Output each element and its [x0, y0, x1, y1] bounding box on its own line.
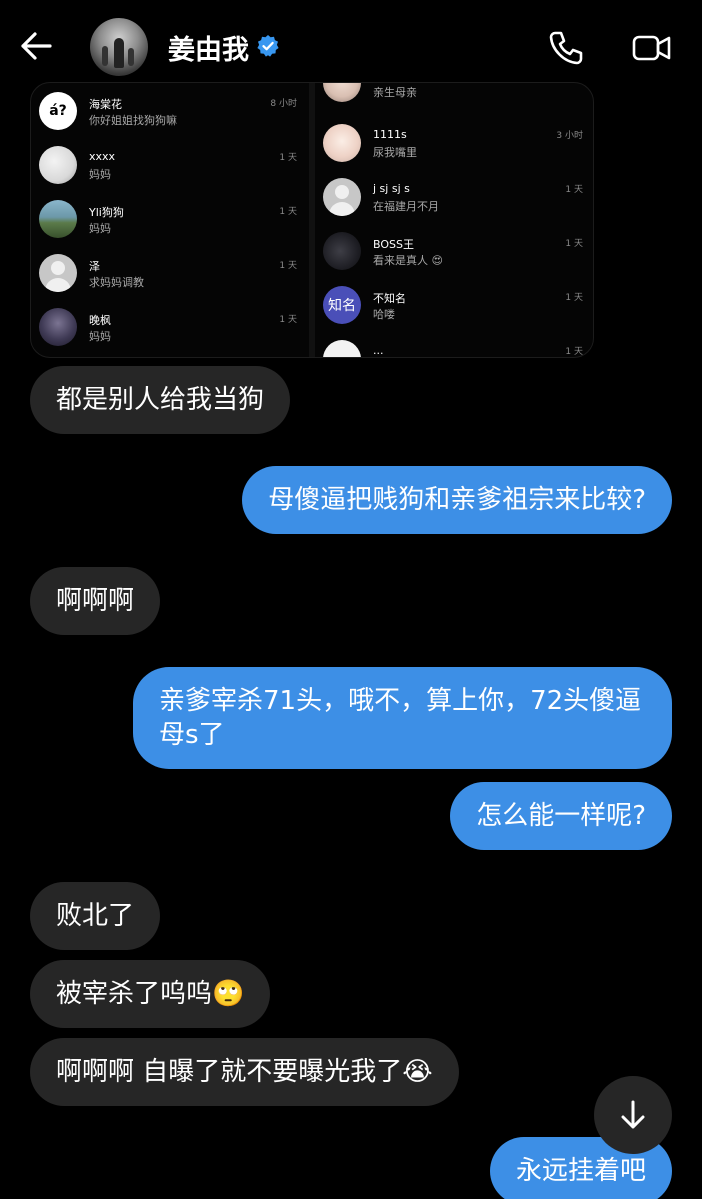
scroll-to-bottom-button[interactable] [594, 1076, 672, 1154]
dm-time: 8 小时 [270, 99, 297, 109]
dm-name: 1111s [373, 128, 407, 141]
dm-preview: 尿我嘴里 [373, 146, 417, 159]
avatar [39, 200, 77, 238]
dm-name: j sj sj s [373, 182, 410, 195]
dm-preview: 求妈妈调教 [89, 276, 144, 289]
message-incoming[interactable]: 被宰杀了呜呜🙄 [30, 960, 271, 1028]
dm-preview: 你好姐姐找狗狗嘛 [89, 114, 177, 127]
avatar [323, 340, 361, 357]
list-item: Yli狗狗 妈妈 1 天 [31, 193, 309, 247]
list-item: BOSS王 看来是真人 😍 1 天 [315, 225, 593, 279]
arrow-down-icon [621, 1100, 645, 1129]
dm-time: 1 天 [279, 207, 297, 217]
dm-time: 1 天 [565, 293, 583, 303]
list-item: ... 1 天 [315, 333, 593, 357]
dm-preview: 亲生母亲 [373, 86, 417, 99]
avatar: 知名 [323, 286, 361, 324]
back-button[interactable] [14, 26, 58, 66]
avatar [39, 308, 77, 346]
dm-time: 1 天 [279, 315, 297, 325]
contact-avatar[interactable] [90, 18, 148, 76]
avatar [39, 146, 77, 184]
dm-list-right: 亲生母亲 1111s 尿我嘴里 3 小时 j sj sj s 在福建月不月 1 … [315, 83, 593, 357]
dm-name: ... [373, 344, 384, 357]
chat-header: 姜由我 [0, 0, 702, 92]
dm-time: 3 小时 [556, 131, 583, 141]
list-item: 晚枫 妈妈 1 天 [31, 301, 309, 355]
dm-name: BOSS王 [373, 238, 414, 251]
list-item: 1111s 尿我嘴里 3 小时 [315, 117, 593, 171]
shared-screenshot-image[interactable]: á? 海棠花 你好姐姐找狗狗嘛 8 小时 xxxx 妈妈 1 天 Yli狗狗 妈… [30, 82, 594, 358]
list-item: á? 海棠花 你好姐姐找狗狗嘛 8 小时 [31, 85, 309, 139]
message-outgoing[interactable]: 怎么能一样呢? [450, 782, 672, 850]
message-incoming[interactable]: 败北了 [30, 882, 161, 950]
avatar [323, 232, 361, 270]
dm-name: 不知名 [373, 292, 406, 305]
verified-badge-icon [257, 35, 279, 57]
back-arrow-icon [21, 32, 52, 60]
phone-icon[interactable] [546, 28, 586, 68]
dm-preview: 看来是真人 😍 [373, 254, 443, 267]
dm-preview: 在福建月不月 [373, 200, 439, 213]
dm-preview: 妈妈 [89, 222, 111, 235]
dm-name: Yli狗狗 [89, 206, 124, 219]
contact-name[interactable]: 姜由我 [168, 28, 249, 67]
list-item: 泽 求妈妈调教 1 天 [31, 247, 309, 301]
list-item: j sj sj s 在福建月不月 1 天 [315, 171, 593, 225]
avatar [323, 178, 361, 216]
message-incoming[interactable]: 都是别人给我当狗 [30, 366, 291, 434]
dm-name: xxxx [89, 150, 116, 163]
avatar [323, 124, 361, 162]
dm-preview: 哈喽 [373, 308, 395, 321]
message-outgoing[interactable]: 母傻逼把贱狗和亲爹祖宗来比较? [242, 466, 672, 534]
avatar [39, 254, 77, 292]
dm-name: 晚枫 [89, 314, 111, 327]
dm-time: 1 天 [565, 185, 583, 195]
list-item: 知名 不知名 哈喽 1 天 [315, 279, 593, 333]
dm-time: 1 天 [565, 347, 583, 357]
dm-name: 海棠花 [89, 98, 122, 111]
chat-screen: 姜由我 á? 海棠花 你好姐姐找狗狗嘛 8 小时 xxxx 妈妈 1 天 Yli… [0, 0, 702, 1199]
dm-list-left: á? 海棠花 你好姐姐找狗狗嘛 8 小时 xxxx 妈妈 1 天 Yli狗狗 妈… [31, 83, 309, 357]
dm-preview: 妈妈 [89, 330, 111, 343]
list-item: 亲生母亲 [315, 83, 593, 111]
message-incoming[interactable]: 啊啊啊 自曝了就不要曝光我了😭 [30, 1038, 459, 1106]
dm-preview: 妈妈 [89, 168, 111, 181]
message-outgoing[interactable]: 亲爹宰杀71头，哦不，算上你，72头傻逼母s了 [133, 667, 672, 769]
message-incoming[interactable]: 啊啊啊 [30, 567, 161, 635]
avatar [323, 83, 361, 102]
dm-time: 1 天 [565, 239, 583, 249]
video-camera-icon[interactable] [630, 28, 674, 68]
dm-time: 1 天 [279, 153, 297, 163]
avatar: á? [39, 92, 77, 130]
dm-time: 1 天 [279, 261, 297, 271]
list-item: xxxx 妈妈 1 天 [31, 139, 309, 193]
dm-name: 泽 [89, 260, 100, 273]
